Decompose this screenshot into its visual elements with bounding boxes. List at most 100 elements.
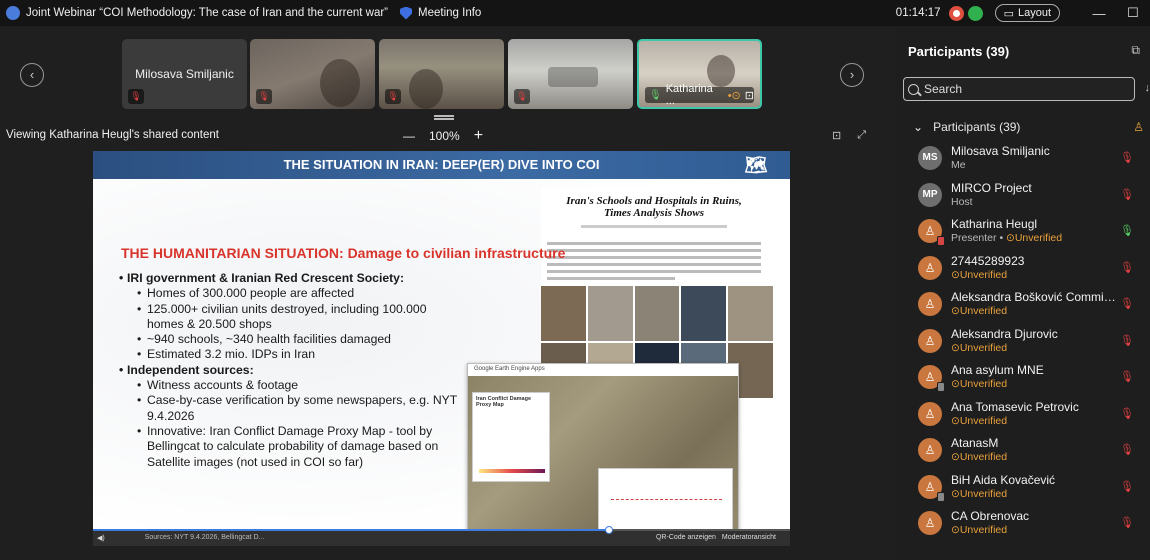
sort-icon[interactable]: ↓ <box>1145 82 1150 94</box>
unverified-text: Unverified <box>959 487 1008 500</box>
video-tile-participant-3[interactable]: 🎙 <box>379 39 504 109</box>
popout-icon[interactable]: ⧉ <box>1131 43 1140 58</box>
participant-row[interactable]: ♙ Ana asylum MNE ⊙Unverified 🎙 <box>895 358 1150 395</box>
audio-icon[interactable]: ◀) <box>97 534 105 542</box>
slide-progress-knob[interactable] <box>604 526 613 534</box>
unverified-icon: ⊙ <box>951 378 960 390</box>
bullet-continuation: homes & 20.500 shops <box>147 316 272 331</box>
participant-row[interactable]: ♙ Ana Tomasevic Petrovic ⊙Unverified 🎙 <box>895 395 1150 432</box>
mic-muted-icon[interactable]: 🎙 <box>1120 407 1134 420</box>
mic-muted-icon[interactable]: 🎙 <box>1120 370 1134 383</box>
participant-row[interactable]: MP MIRCO Project Host 🎙 <box>895 176 1150 213</box>
bullet-continuation: 9.4.2026 <box>147 408 195 423</box>
participant-row[interactable]: ♙ Aleksandra Bošković Commis... ⊙Unverifie… <box>895 285 1150 322</box>
guest-avatar-icon: ♙ <box>918 328 942 353</box>
strip-resize-handle[interactable] <box>434 115 454 120</box>
qr-code-button[interactable]: QR-Code anzeigen <box>656 534 716 541</box>
search-input[interactable] <box>924 82 1114 96</box>
video-tile-participant-4[interactable]: 🎙 <box>508 39 633 109</box>
video-tile-milosava[interactable]: Milosava Smiljanic 🎙 <box>122 39 247 109</box>
mic-muted-icon: 🎙 <box>256 89 272 104</box>
mic-muted-icon[interactable]: 🎙 <box>1120 334 1134 347</box>
avatar: MP <box>918 182 942 207</box>
participant-row[interactable]: ♙ 27445289923 ⊙Unverified 🎙 <box>895 249 1150 286</box>
slide-header-text: THE SITUATION IN IRAN: DEEP(ER) DIVE INT… <box>283 157 600 172</box>
bullet-item: ~940 schools, ~340 health facilities dam… <box>127 332 457 347</box>
host-controls-icon[interactable]: ♙ <box>1133 120 1144 134</box>
participant-row[interactable]: ♙ Aleksandra Djurovic ⊙Unverified 🎙 <box>895 322 1150 359</box>
participant-subtitle: ⊙Unverified <box>951 524 1007 536</box>
unverified-icon: ⊙ <box>951 268 960 281</box>
layout-button[interactable]: ▭ Layout <box>994 4 1060 22</box>
participant-row[interactable]: ♙ AtanasM ⊙Unverified 🎙 <box>895 431 1150 468</box>
participant-search[interactable] <box>903 77 1135 101</box>
unverified-text: Unverified <box>959 305 1008 317</box>
participant-row[interactable]: ♙ CA Obrenovac ⊙Unverified 🎙 <box>895 504 1150 541</box>
avatar: MS <box>918 146 942 170</box>
probability-color-scale <box>479 469 545 473</box>
bullet-item: Innovative: Iran Conflict Damage Proxy M… <box>127 424 457 439</box>
participant-subtitle: ⊙Unverified <box>951 305 1007 317</box>
share-icons: ⊡ ⤢ <box>832 129 866 142</box>
minimize-button[interactable]: — <box>1082 6 1116 21</box>
moderator-view-button[interactable]: Moderatoransicht <box>722 534 776 541</box>
zoom-controls: — 100% + <box>403 127 483 145</box>
participant-name: Ana asylum MNE <box>951 363 1044 377</box>
recording-icon[interactable] <box>948 5 964 21</box>
person-silhouette-icon <box>409 69 443 109</box>
person-silhouette-icon <box>320 59 360 107</box>
unverified-icon: ⊙ <box>951 341 960 354</box>
gee-title: Google Earth Engine Apps <box>468 364 738 376</box>
chevron-down-icon: ⌄ <box>913 120 924 134</box>
video-strip: ‹ Milosava Smiljanic 🎙 🎙 🎙 🎙 🎙 Katharina… <box>0 26 895 126</box>
mic-muted-icon[interactable]: 🎙 <box>1120 151 1134 164</box>
window-titlebar: Joint Webinar “COI Methodology: The case… <box>0 0 1150 26</box>
participant-subtitle: ⊙Unverified <box>951 488 1007 500</box>
tile-name: Milosava Smiljanic <box>135 67 234 81</box>
participants-panel: Participants (39) ⧉ ↓ ⌄ Participants (39… <box>895 26 1150 560</box>
participant-row[interactable]: ♙ Katharina Heugl Presenter • ⊙Unverified 🎙 <box>895 212 1150 249</box>
strip-next-icon[interactable]: › <box>840 63 864 87</box>
video-tile-participant-2[interactable]: 🎙 <box>250 39 375 109</box>
zoom-out-button[interactable]: — <box>403 129 415 143</box>
participant-name: CA Obrenovac <box>951 509 1030 523</box>
mic-muted-icon[interactable]: 🎙 <box>1120 480 1134 493</box>
strip-prev-icon[interactable]: ‹ <box>20 63 44 87</box>
mic-muted-icon[interactable]: 🎙 <box>1120 188 1134 201</box>
slide-progress-track[interactable] <box>93 526 790 534</box>
mic-muted-icon[interactable]: 🎙 <box>1120 297 1134 310</box>
video-tile-katharina-active[interactable]: 🎙 Katharina ... •⊙ ⊡ <box>637 39 762 109</box>
annotate-icon[interactable]: ⊡ <box>832 129 841 142</box>
guest-avatar-icon: ♙ <box>918 365 945 392</box>
participant-row[interactable]: ♙ BiH Aida Kovačević ⊙Unverified 🎙 <box>895 468 1150 505</box>
connection-status-icon[interactable] <box>967 5 983 21</box>
participant-row[interactable]: MS Milosava Smiljanic Me 🎙 <box>895 139 1150 176</box>
mic-muted-icon[interactable]: 🎙 <box>1120 261 1134 274</box>
mic-muted-icon[interactable]: 🎙 <box>1120 516 1134 529</box>
mic-muted-icon[interactable]: 🎙 <box>1120 443 1134 456</box>
unverified-label: ⊙Unverified <box>951 269 1007 281</box>
slide-subtitle: THE HUMANITARIAN SITUATION: Damage to ci… <box>121 245 566 261</box>
unverified-icon: ⊙ <box>951 414 960 427</box>
avatar-initials: MS <box>922 152 938 163</box>
shield-icon[interactable] <box>400 6 413 20</box>
meeting-info-link[interactable]: Meeting Info <box>418 7 481 19</box>
guest-avatar-icon: ♙ <box>918 292 942 316</box>
unverified-text: Unverified <box>1014 232 1063 244</box>
bullet-item: IRI government & Iranian Red Crescent So… <box>127 271 457 286</box>
mic-on-icon[interactable]: 🎙 <box>1120 224 1134 237</box>
participants-section-header[interactable]: ⌄ Participants (39) <box>913 120 1020 134</box>
participant-name: Milosava Smiljanic <box>951 144 1050 158</box>
participant-name: AtanasM <box>951 436 999 450</box>
search-icon <box>908 83 919 95</box>
mic-muted-icon: 🎙 <box>385 89 401 104</box>
bullet-continuation: Satellite images (not used in COI so far… <box>147 454 364 469</box>
viewing-label: Viewing Katharina Heugl's shared content <box>6 129 219 141</box>
zoom-in-button[interactable]: + <box>474 127 483 145</box>
sharing-badge-icon <box>937 236 945 246</box>
bullet-item: Case-by-case verification by some newspa… <box>127 393 457 408</box>
meeting-timer: 01:14:17 <box>895 7 941 19</box>
maximize-button[interactable]: ☐ <box>1116 5 1150 21</box>
legend-panel-title: Iran Conflict Damage Proxy Map <box>476 396 532 408</box>
fullscreen-icon[interactable]: ⤢ <box>857 129 866 142</box>
